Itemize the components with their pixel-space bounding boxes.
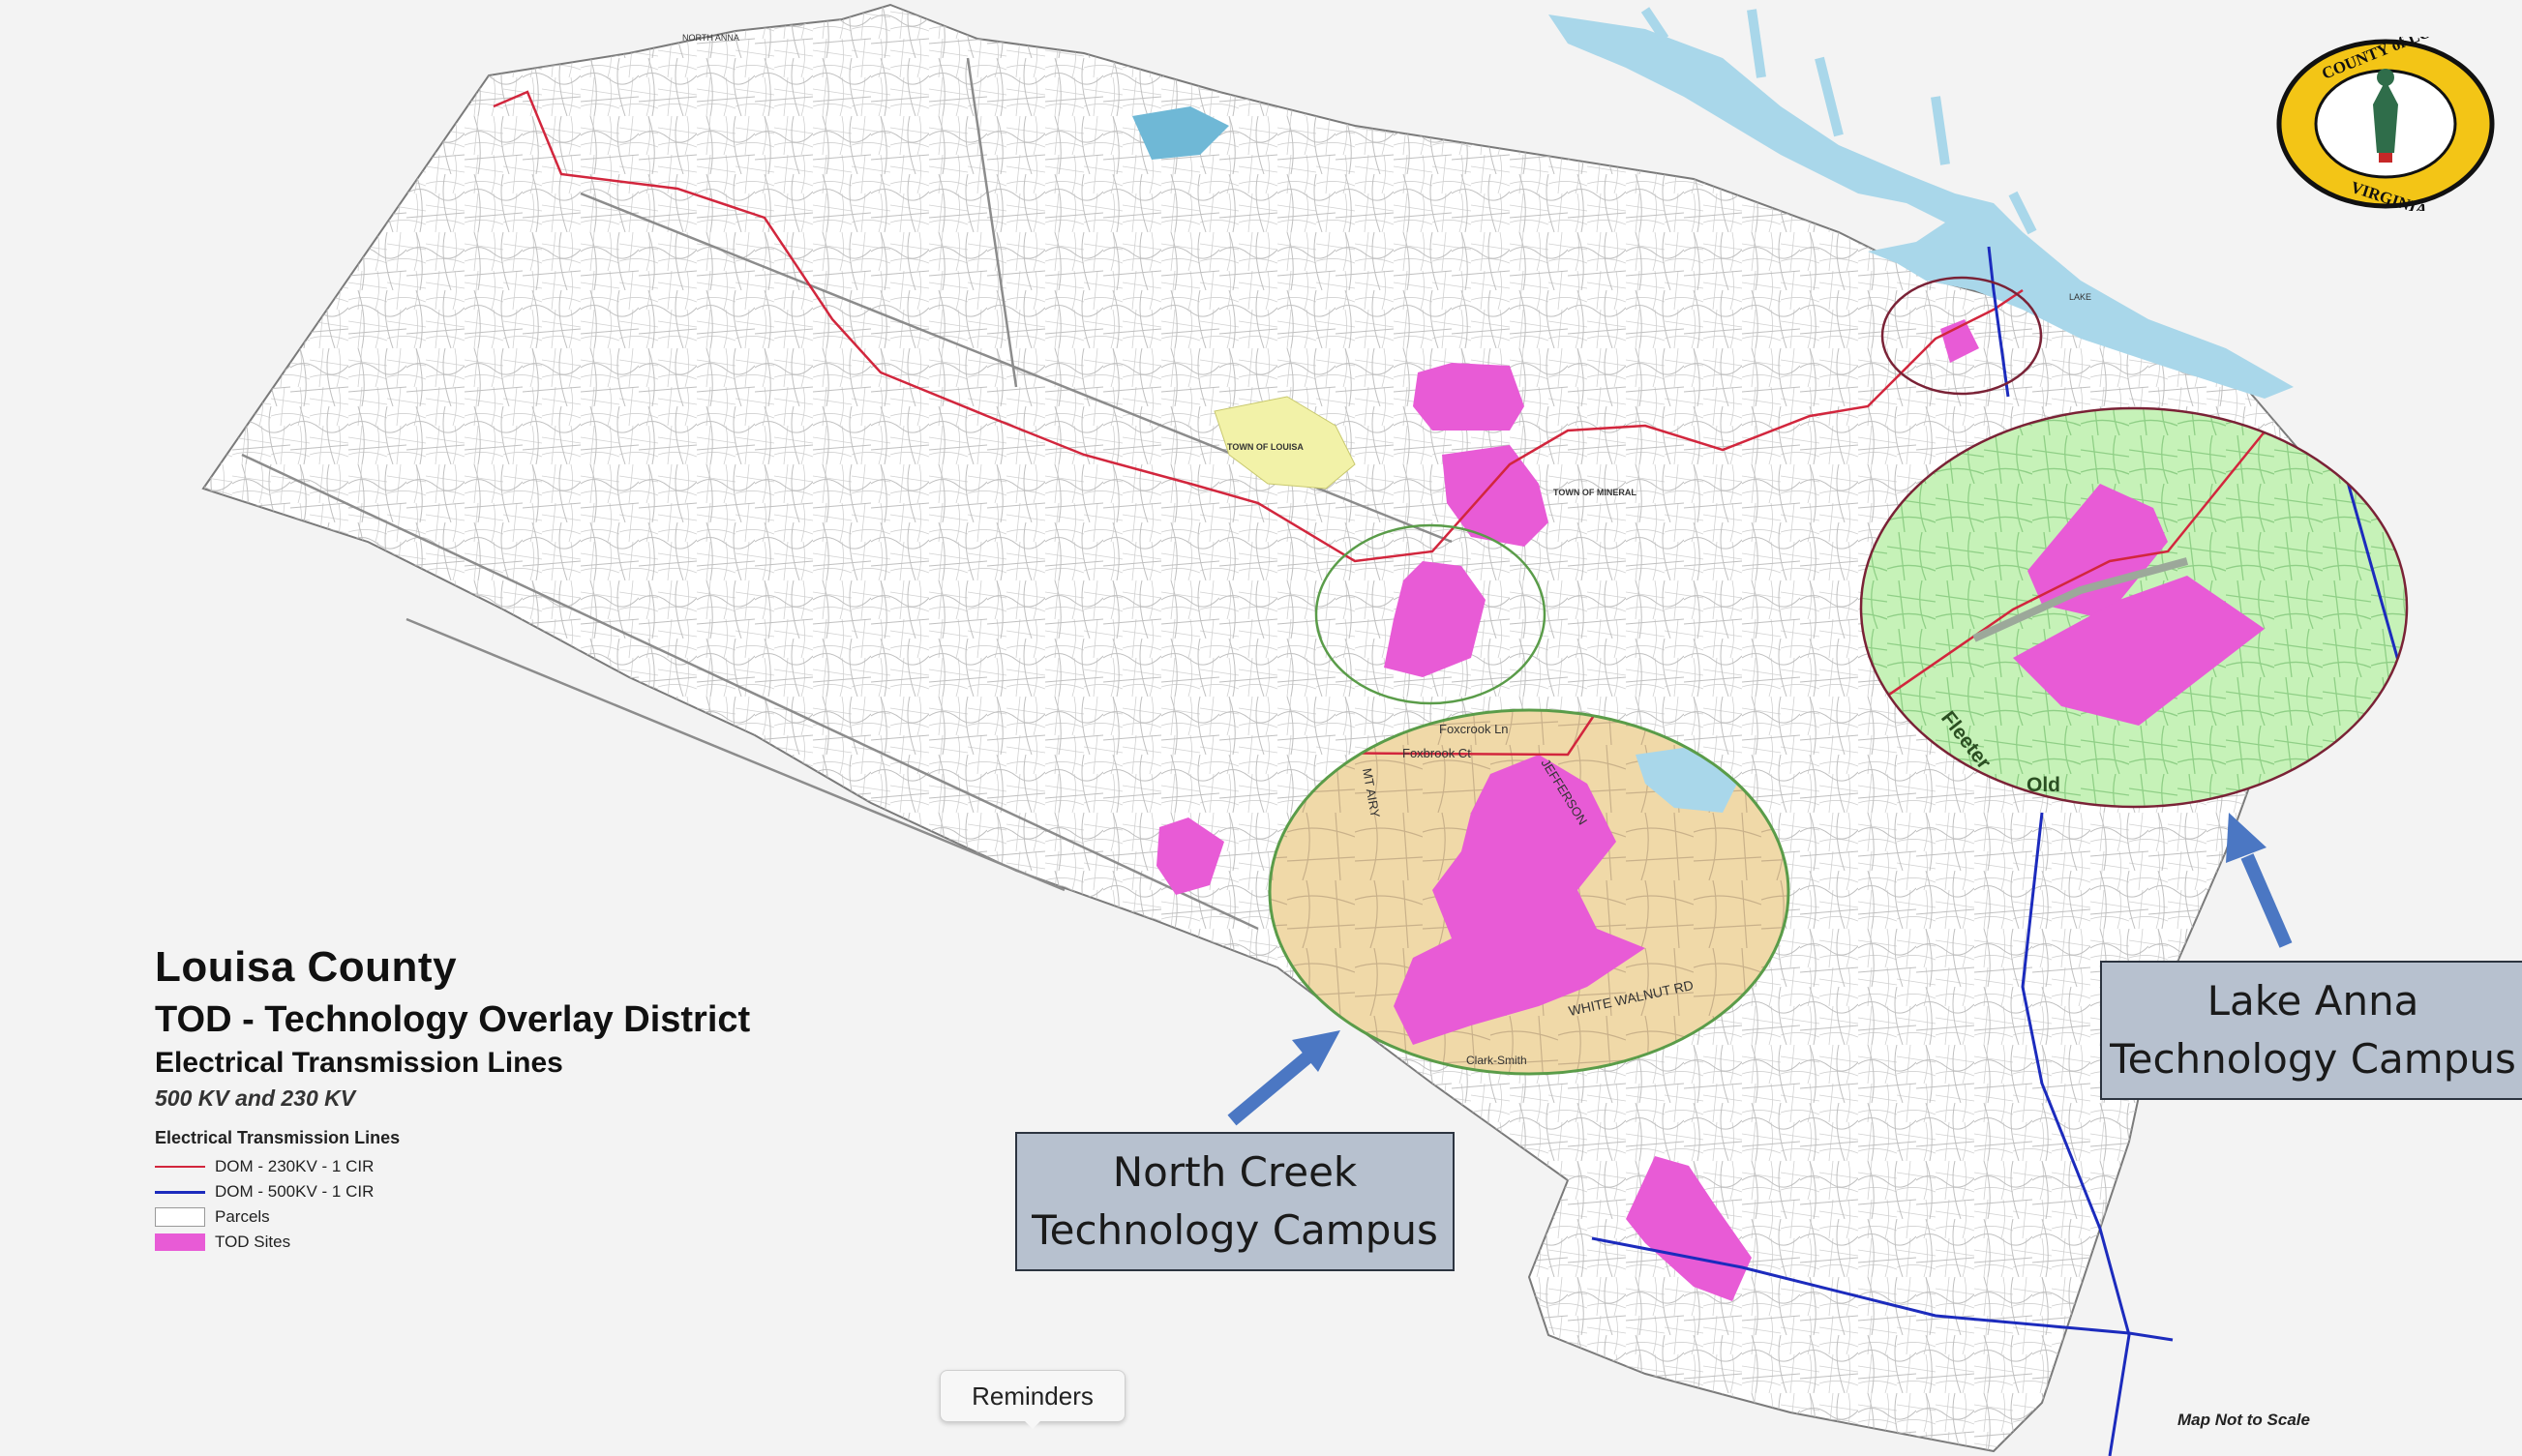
map-subtitle-2: Electrical Transmission Lines [155, 1047, 563, 1079]
map-subtitle: TOD - Technology Overlay District [155, 999, 751, 1040]
map-title-block: Louisa County TOD - Technology Overlay D… [155, 943, 750, 1112]
town-mineral-label: TOWN OF MINERAL [1553, 488, 1636, 497]
lake-anna-callout: Lake Anna Technology Campus [2100, 961, 2522, 1100]
legend-item-230kv: DOM - 230KV - 1 CIR [155, 1154, 400, 1179]
map-legend: Electrical Transmission Lines DOM - 230K… [155, 1128, 400, 1255]
map-voltage-note: 500 KV and 230 KV [155, 1085, 356, 1111]
north-anna-label: NORTH ANNA [682, 33, 739, 43]
legend-item-parcels: Parcels [155, 1204, 400, 1230]
legend-title: Electrical Transmission Lines [155, 1128, 401, 1147]
legend-swatch-230kv [155, 1166, 205, 1168]
north-creek-callout: North Creek Technology Campus [1015, 1132, 1455, 1271]
svg-text:Foxcrook Ln: Foxcrook Ln [1439, 722, 1509, 736]
north-creek-arrow [1227, 1030, 1340, 1126]
legend-swatch-parcels [155, 1207, 205, 1227]
svg-text:Foxbrook Ct: Foxbrook Ct [1402, 746, 1471, 760]
lake-label: LAKE [2069, 292, 2091, 302]
county-seal-logo: COUNTY of LOUISA VIRGINIA [2276, 37, 2495, 211]
map-not-to-scale-note: Map Not to Scale [2177, 1411, 2310, 1429]
lake-anna-arrow [2226, 813, 2293, 948]
legend-item-tod-sites: TOD Sites [155, 1230, 400, 1255]
legend-item-500kv: DOM - 500KV - 1 CIR [155, 1179, 400, 1204]
map-title: Louisa County [155, 943, 458, 991]
town-louisa-label: TOWN OF LOUISA [1227, 442, 1304, 452]
legend-swatch-tod-sites [155, 1233, 205, 1251]
tod-site [1413, 363, 1524, 431]
svg-text:Clark-Smith: Clark-Smith [1466, 1054, 1527, 1067]
svg-text:Old: Old [2027, 774, 2060, 796]
reminders-tooltip[interactable]: Reminders [940, 1370, 1126, 1429]
legend-swatch-500kv [155, 1190, 205, 1194]
